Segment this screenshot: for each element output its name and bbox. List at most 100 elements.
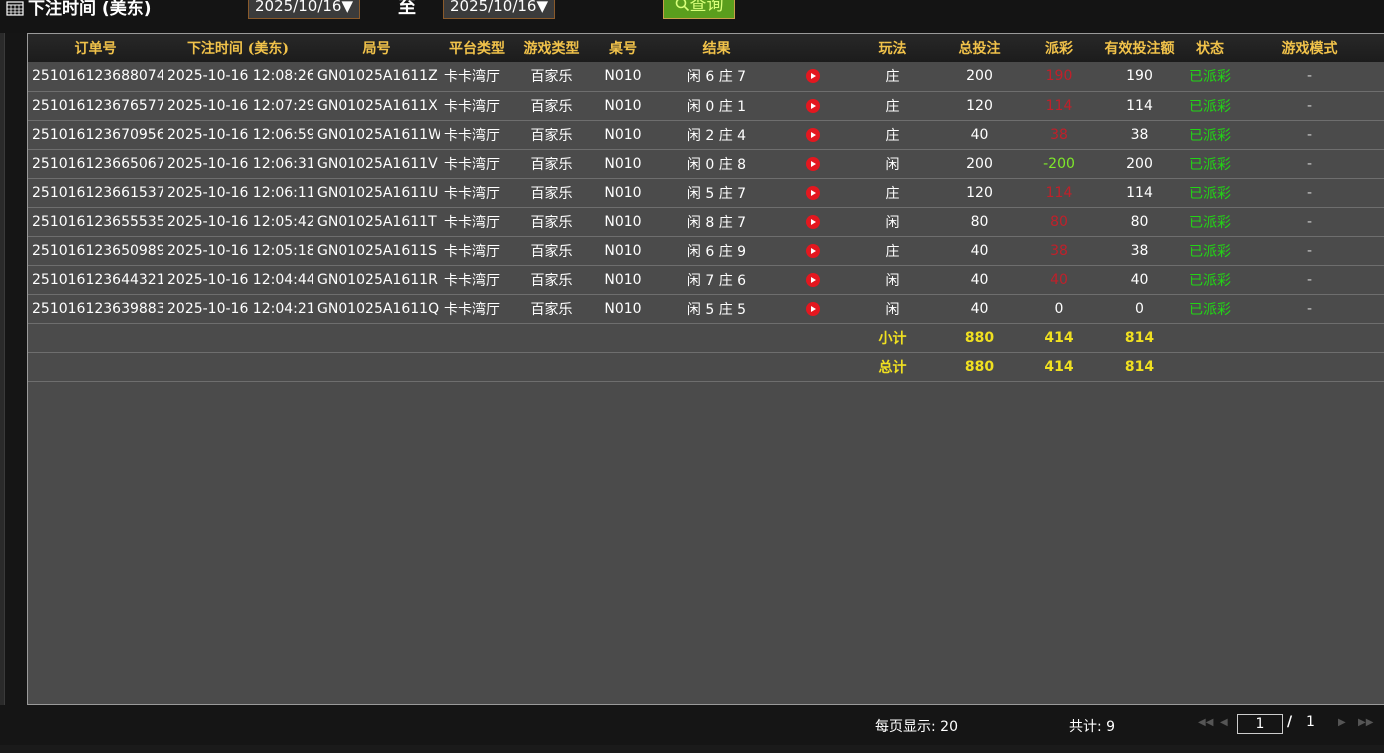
valid-bet: 40 bbox=[1094, 265, 1185, 295]
play-video-icon[interactable] bbox=[806, 156, 820, 171]
play-video-icon[interactable] bbox=[806, 214, 820, 229]
game-type: 百家乐 bbox=[514, 207, 589, 237]
result: 闲 7 庄 6 bbox=[657, 265, 776, 295]
bet-time: 2025-10-16 12:07:29 bbox=[163, 91, 313, 121]
payout: 38 bbox=[1024, 120, 1094, 150]
play-type: 闲 bbox=[850, 207, 935, 237]
play-video-icon[interactable] bbox=[806, 272, 820, 287]
play-video-icon[interactable] bbox=[806, 243, 820, 258]
total-bet: 40 bbox=[935, 236, 1024, 266]
play-video-icon[interactable] bbox=[806, 98, 820, 113]
last-page-icon[interactable]: ▶▶ bbox=[1358, 717, 1373, 728]
bet-time: 2025-10-16 12:05:42 bbox=[163, 207, 313, 237]
per-page-label: 每页显示: 20 bbox=[875, 719, 958, 735]
game-type: 百家乐 bbox=[514, 265, 589, 295]
payout: 40 bbox=[1024, 265, 1094, 295]
prev-page-icon[interactable]: ◀ bbox=[1220, 717, 1228, 728]
valid-bet: 190 bbox=[1094, 62, 1185, 92]
bet-time: 2025-10-16 12:06:11 bbox=[163, 178, 313, 208]
game-mode: - bbox=[1235, 91, 1384, 121]
game-mode: - bbox=[1235, 236, 1384, 266]
round-number: GN01025A1611Z bbox=[313, 62, 440, 92]
subtotal-valid: 814 bbox=[1094, 323, 1185, 353]
col-game-mode: 游戏模式 bbox=[1281, 41, 1338, 57]
round-number: GN01025A1611S bbox=[313, 236, 440, 266]
subtotal-payout: 414 bbox=[1024, 323, 1094, 353]
game-type: 百家乐 bbox=[514, 149, 589, 179]
table-number: N010 bbox=[589, 120, 657, 150]
date-from-select[interactable]: 2025/10/16▼ bbox=[248, 0, 360, 19]
platform-type: 卡卡湾厅 bbox=[440, 265, 514, 295]
total-bet: 80 bbox=[935, 207, 1024, 237]
table-header: 订单号 下注时间 (美东) 局号 平台类型 游戏类型 桌号 结果 玩法 总投注 … bbox=[28, 34, 1384, 62]
payout: 80 bbox=[1024, 207, 1094, 237]
order-number: 251016123665067 bbox=[28, 149, 163, 179]
total-payout: 414 bbox=[1024, 352, 1094, 382]
valid-bet: 38 bbox=[1094, 120, 1185, 150]
order-number: 251016123688074 bbox=[28, 62, 163, 92]
order-number: 251016123661537 bbox=[28, 178, 163, 208]
col-valid-bet: 有效投注额 bbox=[1104, 41, 1175, 57]
play-type: 庄 bbox=[850, 91, 935, 121]
status-badge: 已派彩 bbox=[1185, 294, 1235, 324]
game-mode: - bbox=[1235, 149, 1384, 179]
total-bet: 120 bbox=[935, 178, 1024, 208]
table-number: N010 bbox=[589, 236, 657, 266]
round-number: GN01025A1611Q bbox=[313, 294, 440, 324]
col-result: 结果 bbox=[702, 41, 731, 57]
total-bet: 40 bbox=[935, 294, 1024, 324]
payout: -200 bbox=[1024, 149, 1094, 179]
play-video-icon[interactable] bbox=[806, 69, 820, 84]
first-page-icon[interactable]: ◀◀ bbox=[1198, 717, 1213, 728]
order-number: 251016123650989 bbox=[28, 236, 163, 266]
valid-bet: 200 bbox=[1094, 149, 1185, 179]
status-badge: 已派彩 bbox=[1185, 265, 1235, 295]
table-row: 251016123665067 2025-10-16 12:06:31 GN01… bbox=[28, 149, 1384, 179]
col-platform-type: 平台类型 bbox=[449, 41, 505, 57]
status-badge: 已派彩 bbox=[1185, 236, 1235, 266]
table-row: 251016123661537 2025-10-16 12:06:11 GN01… bbox=[28, 178, 1384, 208]
play-type: 闲 bbox=[850, 265, 935, 295]
platform-type: 卡卡湾厅 bbox=[440, 120, 514, 150]
table-row: 251016123639883 2025-10-16 12:04:21 GN01… bbox=[28, 294, 1384, 324]
col-play: 玩法 bbox=[878, 41, 907, 57]
date-to-select[interactable]: 2025/10/16▼ bbox=[443, 0, 555, 19]
query-button[interactable]: 查询 bbox=[663, 0, 735, 19]
total-bet: 40 bbox=[935, 120, 1024, 150]
result: 闲 6 庄 9 bbox=[657, 236, 776, 266]
replay-cell bbox=[776, 120, 850, 150]
col-table-number: 桌号 bbox=[609, 41, 637, 57]
round-number: GN01025A1611X bbox=[313, 91, 440, 121]
total-bet: 200 bbox=[935, 149, 1024, 179]
result: 闲 8 庄 7 bbox=[657, 207, 776, 237]
game-mode: - bbox=[1235, 294, 1384, 324]
game-type: 百家乐 bbox=[514, 62, 589, 92]
result: 闲 0 庄 8 bbox=[657, 149, 776, 179]
table-row: 251016123670956 2025-10-16 12:06:59 GN01… bbox=[28, 120, 1384, 150]
total-count-label: 共计: 9 bbox=[1069, 719, 1116, 735]
col-game-type: 游戏类型 bbox=[523, 41, 580, 57]
to-label: 至 bbox=[398, 0, 416, 18]
game-type: 百家乐 bbox=[514, 236, 589, 266]
valid-bet: 80 bbox=[1094, 207, 1185, 237]
play-video-icon[interactable] bbox=[806, 185, 820, 200]
result: 闲 6 庄 7 bbox=[657, 62, 776, 92]
replay-cell bbox=[776, 149, 850, 179]
table-number: N010 bbox=[589, 62, 657, 92]
round-number: GN01025A1611W bbox=[313, 120, 440, 150]
payout: 114 bbox=[1024, 178, 1094, 208]
play-video-icon[interactable] bbox=[806, 127, 820, 142]
col-status: 状态 bbox=[1196, 41, 1224, 57]
play-video-icon[interactable] bbox=[806, 301, 820, 316]
replay-cell bbox=[776, 178, 850, 208]
order-number: 251016123644321 bbox=[28, 265, 163, 295]
bet-records-panel: 订单号 下注时间 (美东) 局号 平台类型 游戏类型 桌号 结果 玩法 总投注 … bbox=[27, 33, 1384, 705]
platform-type: 卡卡湾厅 bbox=[440, 62, 514, 92]
result: 闲 0 庄 1 bbox=[657, 91, 776, 121]
replay-cell bbox=[776, 236, 850, 266]
next-page-icon[interactable]: ▶ bbox=[1338, 717, 1346, 728]
page-number-input[interactable] bbox=[1237, 714, 1283, 734]
platform-type: 卡卡湾厅 bbox=[440, 207, 514, 237]
subtotal-row: 小计 880 414 814 bbox=[28, 323, 1384, 353]
game-type: 百家乐 bbox=[514, 178, 589, 208]
